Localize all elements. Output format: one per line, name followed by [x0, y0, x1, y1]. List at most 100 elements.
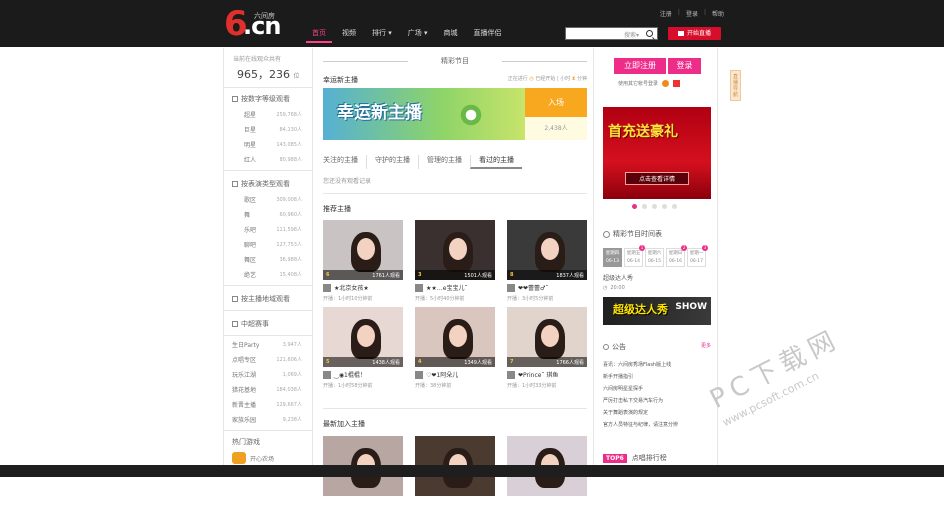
schedule-day[interactable]: 3 星期一 06-17	[687, 245, 708, 267]
register-link[interactable]: 注册	[660, 9, 672, 18]
divider	[224, 310, 312, 311]
event-row[interactable]: 生日Party 3,947人	[224, 338, 312, 353]
new-anchor-card[interactable]	[507, 436, 587, 523]
nav-home[interactable]: 首页	[304, 28, 334, 43]
top6-title[interactable]: 点唱排行榜	[632, 453, 667, 463]
nav-video[interactable]: 视频	[334, 28, 364, 43]
qq-icon[interactable]	[662, 80, 670, 87]
anchor-card[interactable]: 3 1501人观看 ★★…e宝宝儿˜ 开播：5小时40分钟前	[415, 220, 495, 307]
search-input[interactable]: 搜索▾	[565, 27, 658, 40]
side-nav-tag[interactable]: 直播导航	[730, 70, 741, 101]
event-row[interactable]: 家族乐园 9,238人	[224, 413, 312, 428]
rank-name: 歌区	[244, 197, 257, 204]
anchor-nickname[interactable]: ★★…e宝宝儿˜	[415, 283, 495, 292]
notice-item[interactable]: 关于舞蹈表演的规定	[603, 407, 711, 419]
promo-banner[interactable]: 首充送豪礼 点击查看详情	[603, 107, 711, 199]
carousel-dot[interactable]	[662, 204, 667, 209]
rank-row[interactable]: 舞区 36,988人	[224, 253, 312, 268]
anchor-nickname[interactable]: ★北京女孩★	[323, 283, 403, 292]
tab-watched[interactable]: 看过的主播	[470, 155, 522, 169]
list-icon	[232, 181, 238, 187]
level-badge: 4	[418, 359, 422, 365]
event-row[interactable]: 点唱专区 121,606人	[224, 353, 312, 368]
anchor-thumbnail: 3 1501人观看	[415, 220, 495, 280]
site-logo[interactable]: 6 .cn 六间房	[224, 6, 290, 44]
anchor-nickname[interactable]: ‿◉1棍棍！	[323, 370, 403, 379]
schedule-day[interactable]: 星期六 06-15	[645, 248, 664, 267]
search-type-select[interactable]: 搜索▾	[624, 30, 639, 39]
program-banner-side: SHOW	[675, 302, 707, 312]
rank-row[interactable]: 绝艺 15,408人	[224, 268, 312, 283]
rank-row[interactable]: 乐吧 111,598人	[224, 223, 312, 238]
event-name: 点唱专区	[232, 357, 257, 364]
thumbnail-face	[449, 325, 467, 347]
tab-followed[interactable]: 关注的主播	[323, 155, 366, 169]
viewer-count: 1766人观看	[556, 359, 584, 366]
notice-item[interactable]: 六间房明星星探手	[603, 383, 711, 395]
nav-companion[interactable]: 直播伴侣	[466, 28, 510, 43]
anchor-start-time: 开播：5小时40分钟前	[415, 296, 465, 302]
tab-guarded[interactable]: 守护的主播	[366, 155, 418, 169]
flower-decoration	[451, 100, 491, 130]
avatar	[415, 283, 423, 292]
lucky-enter-button[interactable]: 入场	[525, 88, 587, 117]
avatar	[323, 283, 331, 292]
login-button[interactable]: 登录	[667, 58, 701, 74]
help-link[interactable]: 帮助	[712, 9, 724, 18]
rank-row[interactable]: 舞 60,960人	[224, 208, 312, 223]
event-name: 生日Party	[232, 342, 260, 349]
anchor-card[interactable]: 7 1766人观看 ❤Prince˜ 琪鱼 开播：1小时33分钟前	[507, 307, 587, 394]
recommend-title: 推荐主播	[323, 205, 351, 213]
online-count-box: 当前在线观众共有 965，236 位	[224, 48, 312, 88]
new-anchor-card[interactable]	[323, 436, 403, 523]
notice-title: 公告 更多	[603, 342, 711, 352]
event-value: 129,667人	[276, 402, 302, 408]
notice-item[interactable]: 严厉打击私下交易汽车行为	[603, 395, 711, 407]
notice-item[interactable]: 官方人员特征与纪律，请注意分辨	[603, 419, 711, 431]
region-title-label: 按主播地域观看	[241, 295, 290, 303]
hot-game-item[interactable]: 开心农场	[224, 451, 312, 465]
rank-row[interactable]: 歌区 309,008人	[224, 193, 312, 208]
nav-rank[interactable]: 排行 ▾	[364, 28, 400, 43]
event-row[interactable]: 新晋主播 129,667人	[224, 398, 312, 413]
schedule-day[interactable]: 1 星期五 06-14	[624, 245, 645, 267]
anchor-card[interactable]: 4 1349人观看 ♡❤1阿朵儿 开播：38分钟前	[415, 307, 495, 394]
program-banner[interactable]: 超级达人秀 SHOW	[603, 297, 711, 325]
register-button[interactable]: 立即注册	[614, 58, 666, 74]
notice-item[interactable]: 新手开播指引	[603, 371, 711, 383]
nav-square[interactable]: 广场 ▾	[400, 28, 436, 43]
login-link[interactable]: 登录	[686, 9, 698, 18]
anchor-nickname[interactable]: ❤Prince˜ 琪鱼	[507, 370, 587, 379]
weibo-icon[interactable]	[673, 80, 681, 87]
carousel-dot[interactable]	[672, 204, 677, 209]
anchor-card[interactable]: 5 1438人观看 ‿◉1棍棍！ 开播：1小时58分钟前	[323, 307, 403, 394]
carousel-dot[interactable]	[632, 204, 637, 209]
new-anchor-card[interactable]	[415, 436, 495, 523]
anchor-nickname[interactable]: ♡❤1阿朵儿	[415, 370, 495, 379]
notice-item[interactable]: 喜讯：六间房秀场Flash版上线	[603, 359, 711, 371]
rank-row[interactable]: 巨星 84,130人	[224, 123, 312, 138]
nav-mall[interactable]: 商城	[436, 28, 466, 43]
event-row[interactable]: 猎花基地 184,038人	[224, 383, 312, 398]
anchor-card[interactable]: 8 1837人观看 ❤❤蕾蕾♂˜ 开播：3小时5分钟前	[507, 220, 587, 307]
rank-row[interactable]: 聊吧 127,753人	[224, 238, 312, 253]
rank-row[interactable]: 红人 80,988人	[224, 153, 312, 168]
start-live-button[interactable]: 开始直播	[668, 27, 721, 40]
promo-details-button[interactable]: 点击查看详情	[625, 172, 689, 185]
region-section-title[interactable]: 按主播地域观看	[224, 288, 312, 308]
notice-more-link[interactable]: 更多	[701, 342, 711, 349]
lucky-anchor-banner[interactable]: 幸运新主播 入场 2,438人	[323, 88, 587, 140]
search-icon[interactable]	[646, 30, 653, 37]
anchor-card[interactable]: 6 1761人观看 ★北京女孩★ 开播：1小时10分钟前	[323, 220, 403, 307]
rank-value: 60,960人	[279, 212, 303, 218]
rank-row[interactable]: 超星 259,768人	[224, 108, 312, 123]
schedule-day[interactable]: 2 星期日 06-16	[666, 245, 687, 267]
program-name[interactable]: 超级达人秀	[603, 273, 633, 282]
rank-row[interactable]: 明星 143,085人	[224, 138, 312, 153]
anchor-nickname[interactable]: ❤❤蕾蕾♂˜	[507, 283, 587, 292]
schedule-day[interactable]: 星期四 06-13	[603, 248, 622, 267]
carousel-dot[interactable]	[652, 204, 657, 209]
tab-managed[interactable]: 管理的主播	[418, 155, 470, 169]
carousel-dot[interactable]	[642, 204, 647, 209]
event-row[interactable]: 玩乐江湖 1,069人	[224, 368, 312, 383]
